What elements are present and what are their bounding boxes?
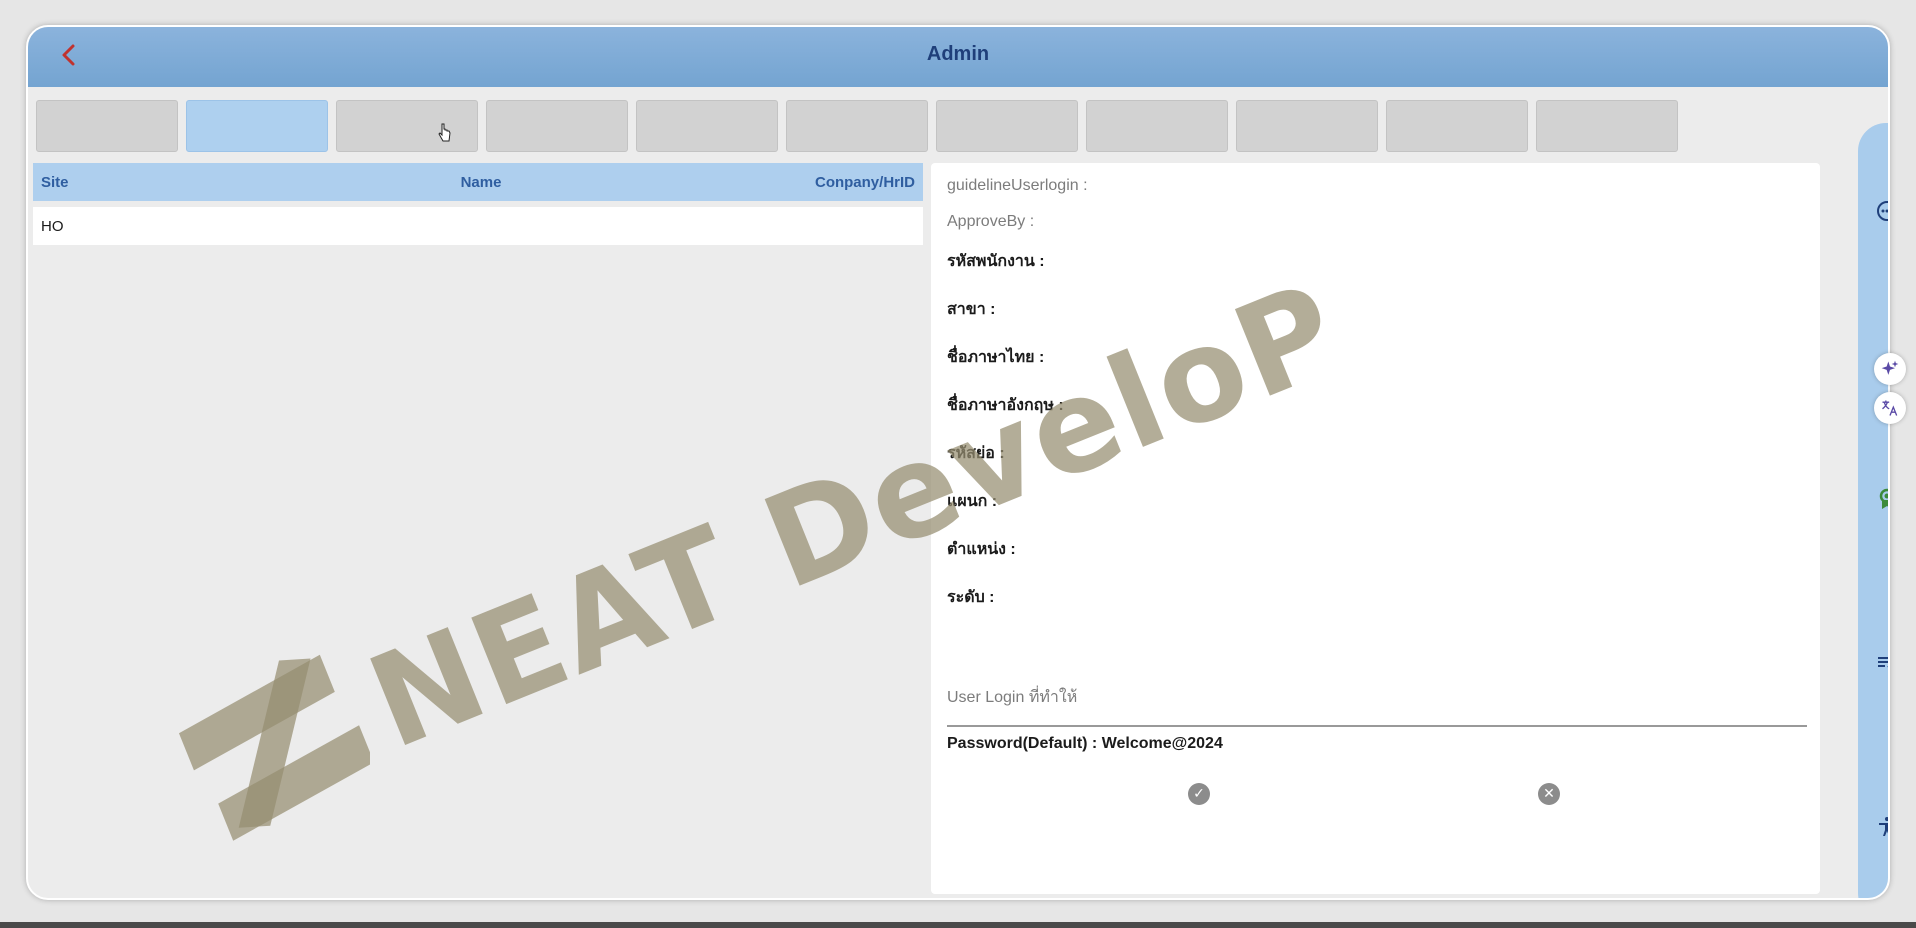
tab-7[interactable] <box>936 100 1078 152</box>
tab-9[interactable] <box>1236 100 1378 152</box>
password-default-text: Password(Default) : Welcome@2024 <box>947 735 1223 752</box>
column-company[interactable]: Conpany/HrID <box>631 174 915 191</box>
header-bar: Admin <box>28 27 1888 87</box>
accessibility-icon <box>1879 817 1888 836</box>
tab-5[interactable] <box>636 100 778 152</box>
more-icon <box>1877 201 1888 221</box>
thai-name-label: ชื่อภาษาไทย : <box>947 349 1045 366</box>
tab-10[interactable] <box>1386 100 1528 152</box>
accessibility-button[interactable] <box>1875 815 1888 839</box>
award-button[interactable] <box>1875 487 1888 511</box>
tab-1[interactable] <box>36 100 178 152</box>
playlist-check-icon <box>1878 657 1888 668</box>
column-site[interactable]: Site <box>41 174 331 191</box>
guideline-label: guidelineUserlogin : <box>947 177 1088 194</box>
admin-window: Admin Site Name Conpany/HrID HO guidelin… <box>26 25 1890 900</box>
more-button[interactable] <box>1875 199 1888 223</box>
branch-label: สาขา : <box>947 301 996 318</box>
department-label: แผนก : <box>947 493 998 510</box>
short-code-label: รหัสย่อ : <box>947 445 1005 462</box>
list-header: Site Name Conpany/HrID <box>33 163 923 201</box>
cancel-button[interactable]: ✕ <box>1538 783 1560 805</box>
close-icon: ✕ <box>1543 786 1555 802</box>
award-icon <box>1879 488 1888 509</box>
tab-6[interactable] <box>786 100 928 152</box>
tab-4[interactable] <box>486 100 628 152</box>
page-title: Admin <box>926 43 990 65</box>
cell-site: HO <box>41 217 64 235</box>
sparkle-icon <box>1881 360 1899 375</box>
tab-3[interactable] <box>336 100 478 152</box>
user-list: Site Name Conpany/HrID HO <box>33 163 923 245</box>
check-icon: ✓ <box>1193 786 1205 802</box>
translate-button[interactable] <box>1874 392 1906 424</box>
tab-2-active[interactable] <box>186 100 328 152</box>
detail-panel: guidelineUserlogin : ApproveBy : รหัสพนั… <box>931 163 1820 894</box>
user-login-input[interactable]: User Login ที่ทำให้ <box>947 685 1077 710</box>
taskbar-edge <box>0 922 1916 928</box>
playlist-check-button[interactable] <box>1875 651 1888 675</box>
translate-icon <box>1882 400 1898 416</box>
confirm-button[interactable]: ✓ <box>1188 783 1210 805</box>
tab-11[interactable] <box>1536 100 1678 152</box>
level-label: ระดับ : <box>947 589 995 606</box>
position-label: ตำแหน่ง : <box>947 541 1016 558</box>
tab-8[interactable] <box>1086 100 1228 152</box>
employee-code-label: รหัสพนักงาน : <box>947 253 1045 270</box>
tab-bar <box>36 100 1686 154</box>
mouse-pointer-icon <box>438 123 451 142</box>
table-row[interactable]: HO <box>33 207 923 245</box>
column-name[interactable]: Name <box>331 174 631 191</box>
input-underline <box>947 725 1807 727</box>
english-name-label: ชื่อภาษาอังกฤษ : <box>947 397 1064 414</box>
right-sidebar <box>1858 123 1888 898</box>
ai-assist-button[interactable] <box>1874 353 1906 385</box>
approve-by-label: ApproveBy : <box>947 213 1035 230</box>
